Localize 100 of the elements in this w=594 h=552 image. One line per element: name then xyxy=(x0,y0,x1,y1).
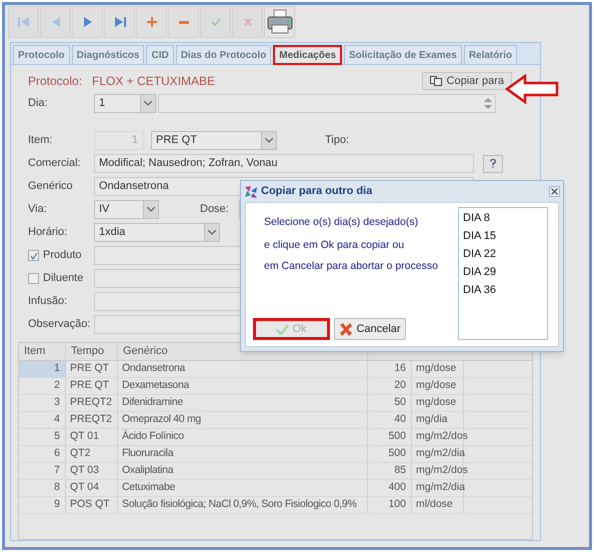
commercial-label: Comercial: xyxy=(28,156,82,172)
table-cell: PREQT2 xyxy=(66,395,118,411)
table-cell: 20 xyxy=(368,378,412,394)
table-cell: 2 xyxy=(19,378,66,394)
table-cell: Fluoruracila xyxy=(118,446,368,462)
table-cell: QT 03 xyxy=(66,463,118,479)
table-cell: mg/dose xyxy=(412,378,464,394)
table-cell: 40 xyxy=(368,412,412,428)
check-icon xyxy=(210,18,220,26)
table-cell: POS QT xyxy=(66,497,118,513)
table-cell: PRE QT xyxy=(66,361,118,377)
type-label: Tipo: xyxy=(325,133,350,148)
day-label: Dia: xyxy=(28,96,49,112)
column-header[interactable]: Tempo xyxy=(66,343,118,360)
table-row[interactable]: 4 PREQT2 Omeprazol 40 mg 40 mg/dia xyxy=(19,412,532,429)
help-button[interactable] xyxy=(483,154,503,172)
observation-label: Observação: xyxy=(28,317,92,332)
table-cell: Ondansetrona xyxy=(118,361,368,377)
checkbox-label: Diluente xyxy=(43,271,84,286)
day-list-item[interactable]: DIA 22 xyxy=(463,245,547,263)
table-cell: 50 xyxy=(368,395,412,411)
tab[interactable]: Protocolo xyxy=(13,45,70,65)
copy-button[interactable]: Copiar para xyxy=(422,72,512,90)
table-row[interactable]: 2 PRE QT Dexametasona 20 mg/dose xyxy=(19,378,532,395)
table-cell: 8 xyxy=(19,480,66,496)
dose-label: Dose: xyxy=(200,202,229,218)
table-cell: mg/dia xyxy=(412,412,464,428)
table-cell: mg/m2/dia xyxy=(412,480,464,496)
table-cell: 500 xyxy=(368,429,412,445)
close-icon xyxy=(551,188,558,195)
tab[interactable]: Dias do Protocolo xyxy=(176,45,272,65)
table-cell: mg/dose xyxy=(412,361,464,377)
cancel-button[interactable]: Cancelar xyxy=(334,318,406,340)
table-cell: Oxaliplatina xyxy=(118,463,368,479)
table-cell: 7 xyxy=(19,463,66,479)
table-cell: Ácido Folínico xyxy=(118,429,368,445)
day-list-item[interactable]: DIA 36 xyxy=(463,281,547,299)
checkbox[interactable] xyxy=(28,250,39,261)
schedule-select[interactable]: 1xdia xyxy=(94,223,220,242)
tab[interactable]: Medicações xyxy=(273,45,342,65)
day-list-item[interactable]: DIA 29 xyxy=(463,263,547,281)
route-select[interactable]: IV xyxy=(94,200,159,219)
table-row[interactable]: 3 PREQT2 Difenidramine 50 mg/dose xyxy=(19,395,532,412)
last-icon xyxy=(114,17,126,27)
table-cell: 16 xyxy=(368,361,412,377)
caret-icon xyxy=(265,138,273,143)
table-row[interactable]: 1 PRE QT Ondansetrona 16 mg/dose xyxy=(19,361,532,378)
table-cell: Solução fisiológica; NaCl 0,9%, Soro Fisiologico 0,9% xyxy=(118,497,368,513)
day-select[interactable]: 1 xyxy=(94,94,156,113)
table-row[interactable]: 7 QT 03 Oxaliplatina 85 mg/m2/dos xyxy=(19,463,532,480)
table-cell: QT 01 xyxy=(66,429,118,445)
table-cell: PREQT2 xyxy=(66,412,118,428)
copy-icon xyxy=(430,76,442,86)
table-cell: PRE QT xyxy=(66,378,118,394)
instruction-text: em Cancelar para abortar o processo xyxy=(264,258,439,274)
toolbar-button[interactable] xyxy=(264,6,295,38)
infusion-label: Infusão: xyxy=(28,294,68,310)
first-icon xyxy=(18,17,30,27)
table-cell: 3 xyxy=(19,395,66,411)
printer-icon xyxy=(266,9,294,35)
table-cell: Omeprazol 40 mg xyxy=(118,412,368,428)
protocol-label: Protocolo: xyxy=(28,73,84,90)
table-cell: 9 xyxy=(19,497,66,513)
table-row[interactable]: 5 QT 01 Ácido Folínico 500 mg/m2/dos xyxy=(19,429,532,446)
table-cell: 6 xyxy=(19,446,66,462)
question-icon xyxy=(490,159,496,168)
item-select[interactable]: PRE QT xyxy=(151,131,277,150)
table-cell: 400 xyxy=(368,480,412,496)
table-cell: 1 xyxy=(19,361,66,377)
tab[interactable]: Relatório xyxy=(464,45,518,65)
close-button[interactable] xyxy=(549,186,560,197)
table-cell: 85 xyxy=(368,463,412,479)
caret-icon xyxy=(144,101,152,106)
table-row[interactable]: 8 QT 04 Cetuximabe 400 mg/m2/dia xyxy=(19,480,532,497)
table-row[interactable]: 6 QT2 Fluoruracila 500 mg/m2/dia xyxy=(19,446,532,463)
day-description-field[interactable] xyxy=(158,94,496,113)
caret-icon xyxy=(147,207,155,212)
table-cell: QT2 xyxy=(66,446,118,462)
tab[interactable]: Solicitação de Exames xyxy=(344,45,462,65)
item-label: Item: xyxy=(28,133,54,148)
table-cell: Difenidramine xyxy=(118,395,368,411)
tab[interactable]: Diagnósticos xyxy=(72,45,144,65)
instruction-text: e clique em Ok para copiar ou xyxy=(264,238,406,253)
app-logo-icon xyxy=(244,184,258,198)
protocol-name: FLOX + CETUXIMABE xyxy=(92,73,216,90)
checkbox[interactable] xyxy=(28,273,39,284)
column-header[interactable]: Item xyxy=(19,343,66,360)
instruction-text: Selecione o(s) dia(s) desejado(s) xyxy=(264,215,420,230)
day-list[interactable]: DIA 8 DIA 15 DIA 22 DIA 29 DIA 36 xyxy=(458,207,548,340)
table-cell: 5 xyxy=(19,429,66,445)
table-cell: mg/m2/dia xyxy=(412,446,464,462)
commercial-field[interactable]: Modifical; Nausedron; Zofran, Vonau xyxy=(94,154,474,173)
table-row[interactable]: 9 POS QT Solução fisiológica; NaCl 0,9%, Soro Fisiologico 0,9% 100 ml/dose xyxy=(19,497,532,514)
day-list-item[interactable]: DIA 15 xyxy=(463,227,547,245)
tab[interactable]: CID xyxy=(146,45,174,65)
table-cell: Dexametasona xyxy=(118,378,368,394)
table-cell: 500 xyxy=(368,446,412,462)
table-cell: mg/dose xyxy=(412,395,464,411)
day-list-item[interactable]: DIA 8 xyxy=(463,209,547,227)
spinner-icon xyxy=(484,97,492,110)
